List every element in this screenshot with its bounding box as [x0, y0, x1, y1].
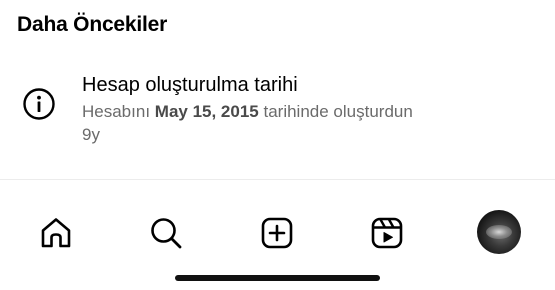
reels-icon	[371, 217, 403, 249]
home-indicator[interactable]	[175, 275, 380, 281]
divider	[0, 179, 555, 180]
activity-title: Hesap oluşturulma tarihi	[82, 74, 298, 96]
activity-desc-suffix: tarihinde oluşturdun	[263, 102, 413, 121]
activity-desc-prefix: Hesabını	[82, 102, 151, 121]
activity-time-ago: 9y	[82, 125, 100, 144]
activity-text: Hesap oluşturulma tarihi Hesabını May 15…	[82, 72, 542, 146]
profile-avatar[interactable]	[477, 210, 521, 254]
home-icon	[41, 218, 71, 248]
screen: Daha Öncekiler Hesap oluşturulma tarihi …	[0, 0, 555, 290]
tab-search[interactable]	[145, 212, 187, 254]
tab-home[interactable]	[35, 212, 77, 254]
avatar-photo	[486, 225, 512, 239]
activity-description: Hesabını May 15, 2015 tarihinde oluşturd…	[82, 99, 542, 124]
tab-reels[interactable]	[366, 212, 408, 254]
bottom-tab-bar	[0, 200, 555, 266]
section-title: Daha Öncekiler	[17, 13, 168, 36]
search-icon	[151, 218, 182, 249]
tab-create[interactable]	[256, 212, 298, 254]
create-post-icon	[261, 217, 293, 249]
activity-item-account-created[interactable]: Hesap oluşturulma tarihi Hesabını May 15…	[0, 64, 555, 164]
activity-date: May 15, 2015	[154, 102, 259, 121]
info-icon	[23, 88, 55, 120]
